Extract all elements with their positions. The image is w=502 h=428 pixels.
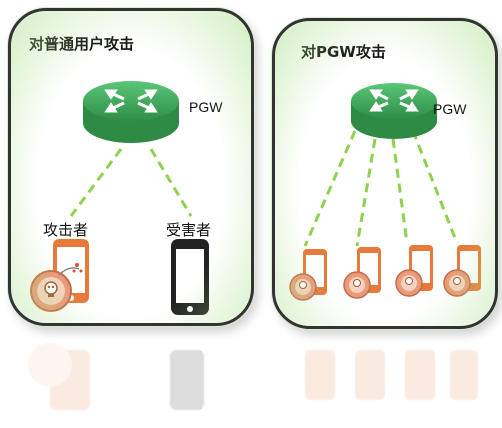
attacker-phone-icon <box>395 245 433 297</box>
router-icon <box>83 81 179 143</box>
router-label: PGW <box>189 99 223 115</box>
attacker-phones <box>289 245 481 301</box>
attacker-phone-icon <box>289 249 327 301</box>
link-victim <box>149 148 193 217</box>
panel-attack-user: 对普通用户攻击 PGW 攻击者 受害者 <box>8 8 254 326</box>
attacker-phone-icon <box>343 247 381 299</box>
router-label: PGW <box>433 101 467 117</box>
attacker-phone-icon <box>443 245 481 297</box>
attacker-phone-icon <box>30 239 89 312</box>
panel-attack-pgw: 对PGW攻击 PGW <box>272 18 498 329</box>
floor-reflection <box>20 330 480 420</box>
reflection-shapes <box>28 343 478 410</box>
victim-phone-icon <box>171 239 209 315</box>
link-attacker <box>69 148 123 217</box>
router-icon <box>351 83 437 139</box>
